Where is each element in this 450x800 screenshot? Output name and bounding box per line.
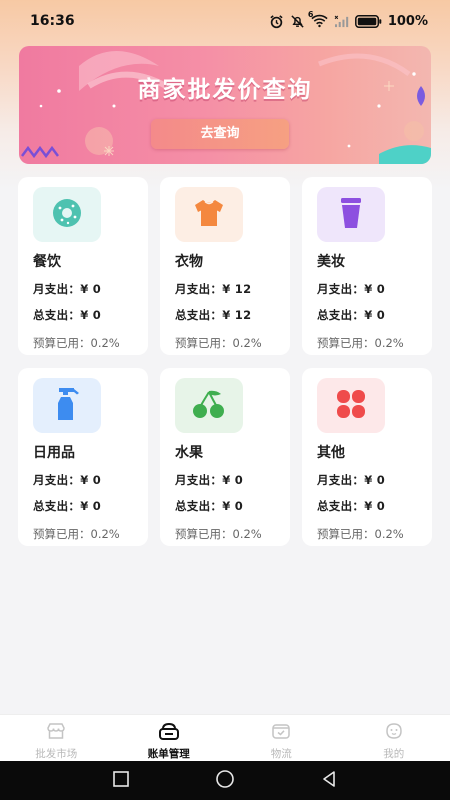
budget-used: 预算已用：0.2% [317, 527, 404, 541]
store-icon [46, 722, 66, 744]
four-petal-icon [334, 387, 368, 425]
battery-icon [354, 14, 382, 28]
signal-icon [334, 15, 349, 28]
bottom-tab-bar: 批发市场 账单管理 物流 我的 [0, 714, 450, 761]
status-time: 16:36 [30, 13, 75, 29]
wholesale-price-banner[interactable]: 商家批发价查询 去查询 [19, 46, 431, 164]
total-spend: 总支出：¥ 0 [33, 308, 102, 322]
budget-used: 预算已用：0.2% [317, 336, 404, 350]
category-card-clothing[interactable]: 衣物 月支出：¥ 12 总支出：¥ 12 预算已用：0.2% [160, 177, 290, 355]
budget-used: 预算已用：0.2% [175, 336, 262, 350]
home-circle-icon[interactable] [215, 769, 235, 793]
spray-bottle-icon [52, 386, 82, 426]
category-name: 美妆 [317, 254, 345, 270]
tab-logistics[interactable]: 物流 [225, 715, 338, 761]
battery-percent: 100% [387, 13, 428, 29]
recents-square-icon[interactable] [112, 770, 130, 792]
category-card-daily-goods[interactable]: 日用品 月支出：¥ 0 总支出：¥ 0 预算已用：0.2% [18, 368, 148, 546]
total-spend: 总支出：¥ 0 [317, 308, 386, 322]
category-card-fruit[interactable]: 水果 月支出：¥ 0 总支出：¥ 0 预算已用：0.2% [160, 368, 290, 546]
category-card-dining[interactable]: 餐饮 月支出：¥ 0 总支出：¥ 0 预算已用：0.2% [18, 177, 148, 355]
status-bar: 16:36 6 100% [0, 0, 450, 42]
total-spend: 总支出：¥ 0 [175, 499, 244, 513]
tshirt-icon [192, 198, 226, 232]
icon-tile [175, 378, 243, 433]
monthly-spend: 月支出：¥ 0 [33, 473, 102, 487]
monthly-spend: 月支出：¥ 0 [317, 473, 386, 487]
icon-tile [33, 378, 101, 433]
budget-used: 预算已用：0.2% [33, 336, 120, 350]
banner-title: 商家批发价查询 [137, 77, 313, 103]
profile-icon [384, 722, 404, 744]
system-navigation-bar [0, 761, 450, 800]
tab-label: 账单管理 [147, 748, 190, 760]
box-icon [271, 722, 291, 744]
category-name: 水果 [175, 445, 203, 461]
cherry-icon [190, 388, 228, 424]
monthly-spend: 月支出：¥ 0 [33, 282, 102, 296]
budget-used: 预算已用：0.2% [33, 527, 120, 541]
icon-tile [317, 378, 385, 433]
icon-tile [175, 187, 243, 242]
total-spend: 总支出：¥ 12 [175, 308, 252, 322]
total-spend: 总支出：¥ 0 [317, 499, 386, 513]
category-card-cosmetics[interactable]: 美妆 月支出：¥ 0 总支出：¥ 0 预算已用：0.2% [302, 177, 432, 355]
donut-icon [50, 196, 84, 234]
tab-profile[interactable]: 我的 [338, 715, 450, 761]
icon-tile [33, 187, 101, 242]
category-name: 其他 [317, 445, 345, 461]
status-icons: 6 100% [269, 10, 428, 29]
network-badge: 6 [307, 10, 314, 19]
monthly-spend: 月支出：¥ 0 [317, 282, 386, 296]
alarm-icon [269, 14, 284, 29]
mute-icon [290, 14, 305, 29]
back-triangle-icon[interactable] [320, 770, 338, 792]
tab-bill-management[interactable]: 账单管理 [113, 715, 226, 761]
category-name: 餐饮 [33, 254, 61, 270]
tab-label: 物流 [270, 748, 292, 760]
category-name: 日用品 [33, 445, 75, 461]
tab-label: 批发市场 [35, 748, 78, 760]
category-card-other[interactable]: 其他 月支出：¥ 0 总支出：¥ 0 预算已用：0.2% [302, 368, 432, 546]
monthly-spend: 月支出：¥ 12 [175, 282, 252, 296]
tab-label: 我的 [383, 748, 405, 760]
query-button[interactable]: 去查询 [151, 119, 289, 149]
budget-used: 预算已用：0.2% [175, 527, 262, 541]
cosmetic-cup-icon [336, 196, 366, 234]
monthly-spend: 月支出：¥ 0 [175, 473, 244, 487]
wallet-icon [158, 722, 180, 744]
category-grid: 餐饮 月支出：¥ 0 总支出：¥ 0 预算已用：0.2% 衣物 月支出：¥ 12… [18, 177, 432, 546]
icon-tile [317, 187, 385, 242]
wifi-icon: 6 [308, 10, 328, 28]
tab-wholesale-market[interactable]: 批发市场 [0, 715, 113, 761]
total-spend: 总支出：¥ 0 [33, 499, 102, 513]
category-name: 衣物 [175, 254, 203, 270]
